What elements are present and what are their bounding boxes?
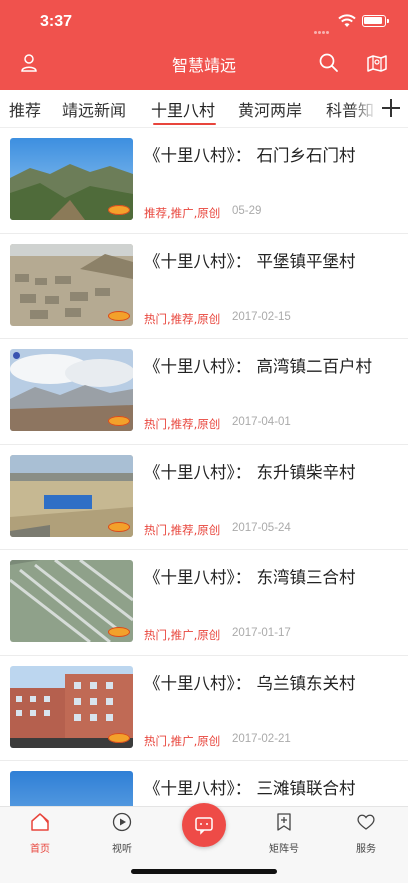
article-title: 《十里八村》： 三滩镇联合村 <box>144 779 356 798</box>
article-date: 2017-02-15 <box>232 310 291 323</box>
list-item[interactable]: 《十里八村》： 乌兰镇东关村 热门,推广,原创 2017-02-21 <box>0 656 408 761</box>
brand-badge <box>108 521 130 532</box>
article-title: 《十里八村》： 高湾镇二百户村 <box>144 357 372 376</box>
category-tabs: 推荐 靖远新闻 十里八村 黄河两岸 科普知 <box>0 90 408 128</box>
nav-home-label: 首页 <box>30 844 50 855</box>
tab-yellow-river[interactable]: 黄河两岸 <box>238 97 302 121</box>
article-tags: 热门,推荐,原创 <box>144 311 221 326</box>
page-title: 智慧靖远 <box>171 56 236 75</box>
brand-badge <box>108 310 130 321</box>
battery-icon <box>362 15 389 27</box>
list-item[interactable]: 《十里八村》： 东湾镇三合村 热门,推广,原创 2017-01-17 <box>0 550 408 656</box>
article-title: 《十里八村》： 石门乡石门村 <box>144 146 356 165</box>
status-time: 3:37 <box>40 13 73 30</box>
nav-matrix[interactable]: 矩阵号 <box>254 812 314 855</box>
wifi-icon <box>338 14 356 27</box>
brand-badge <box>108 627 130 637</box>
tab-villages[interactable]: 十里八村 <box>151 97 215 121</box>
article-list: 《十里八村》： 石门乡石门村 推荐,推广,原创 05-29 《十里八村》： 平堡… <box>0 128 408 806</box>
article-thumbnail <box>10 665 133 748</box>
nav-home[interactable]: 首页 <box>10 812 70 855</box>
article-tags: 热门,推荐,原创 <box>144 417 221 431</box>
article-date: 2017-02-21 <box>232 732 291 745</box>
article-title: 《十里八村》： 东湾镇三合村 <box>144 568 356 587</box>
article-tags: 热门,推广,原创 <box>144 733 221 748</box>
article-thumbnail <box>10 349 133 431</box>
list-item[interactable]: 《十里八村》： 高湾镇二百户村 热门,推荐,原创 2017-04-01 <box>0 339 408 445</box>
article-date: 05-29 <box>232 205 262 217</box>
article-date: 2017-05-24 <box>232 521 291 534</box>
app-header: 3:37 智慧靖远 <box>0 0 408 90</box>
home-icon <box>31 813 49 831</box>
nav-video-label: 视听 <box>112 844 132 855</box>
nav-service[interactable]: 服务 <box>336 812 396 855</box>
search-icon[interactable] <box>318 52 340 74</box>
list-item[interactable]: 《十里八村》： 石门乡石门村 推荐,推广,原创 05-29 <box>0 128 408 234</box>
add-tab-icon[interactable] <box>374 90 408 127</box>
list-item[interactable]: 《十里八村》： 平堡镇平堡村 热门,推荐,原创 2017-02-15 <box>0 234 408 339</box>
nav-video[interactable]: 视听 <box>92 812 152 855</box>
article-title: 《十里八村》： 东升镇柴辛村 <box>144 462 356 482</box>
map-icon[interactable] <box>366 52 388 74</box>
tab-recommend[interactable]: 推荐 <box>9 97 41 121</box>
home-indicator <box>131 869 277 874</box>
title-bar: 智慧靖远 <box>0 44 408 84</box>
bookmark-add-icon <box>277 813 291 831</box>
article-date: 2017-01-17 <box>232 627 291 639</box>
brand-badge <box>108 732 130 743</box>
article-tags: 热门,推荐,原创 <box>144 522 221 537</box>
article-tags: 推荐,推广,原创 <box>144 206 221 220</box>
article-thumbnail <box>10 771 133 806</box>
active-tab-indicator <box>153 123 216 125</box>
article-title: 《十里八村》： 乌兰镇东关村 <box>144 673 356 693</box>
play-circle-icon <box>112 812 132 832</box>
center-message-button[interactable] <box>182 803 226 847</box>
article-date: 2017-04-01 <box>232 416 291 428</box>
nav-service-label: 服务 <box>356 844 376 855</box>
thumbnail-badge-icon <box>13 352 20 359</box>
article-tags: 热门,推广,原创 <box>144 628 221 642</box>
article-thumbnail <box>10 243 133 326</box>
article-thumbnail <box>10 454 133 537</box>
list-item[interactable]: 《十里八村》： 东升镇柴辛村 热门,推荐,原创 2017-05-24 <box>0 445 408 550</box>
article-title: 《十里八村》： 平堡镇平堡村 <box>144 251 356 271</box>
message-icon <box>195 817 213 835</box>
tab-jingyuan-news[interactable]: 靖远新闻 <box>62 97 126 121</box>
signal-icon <box>314 19 332 34</box>
article-thumbnail <box>10 560 133 642</box>
article-thumbnail <box>10 138 133 220</box>
list-item[interactable]: 《十里八村》： 三滩镇联合村 <box>0 761 408 806</box>
heart-icon <box>357 814 375 830</box>
status-bar: 3:37 <box>0 0 408 44</box>
brand-badge <box>108 416 130 426</box>
brand-badge <box>108 205 130 215</box>
nav-matrix-label: 矩阵号 <box>269 844 299 855</box>
